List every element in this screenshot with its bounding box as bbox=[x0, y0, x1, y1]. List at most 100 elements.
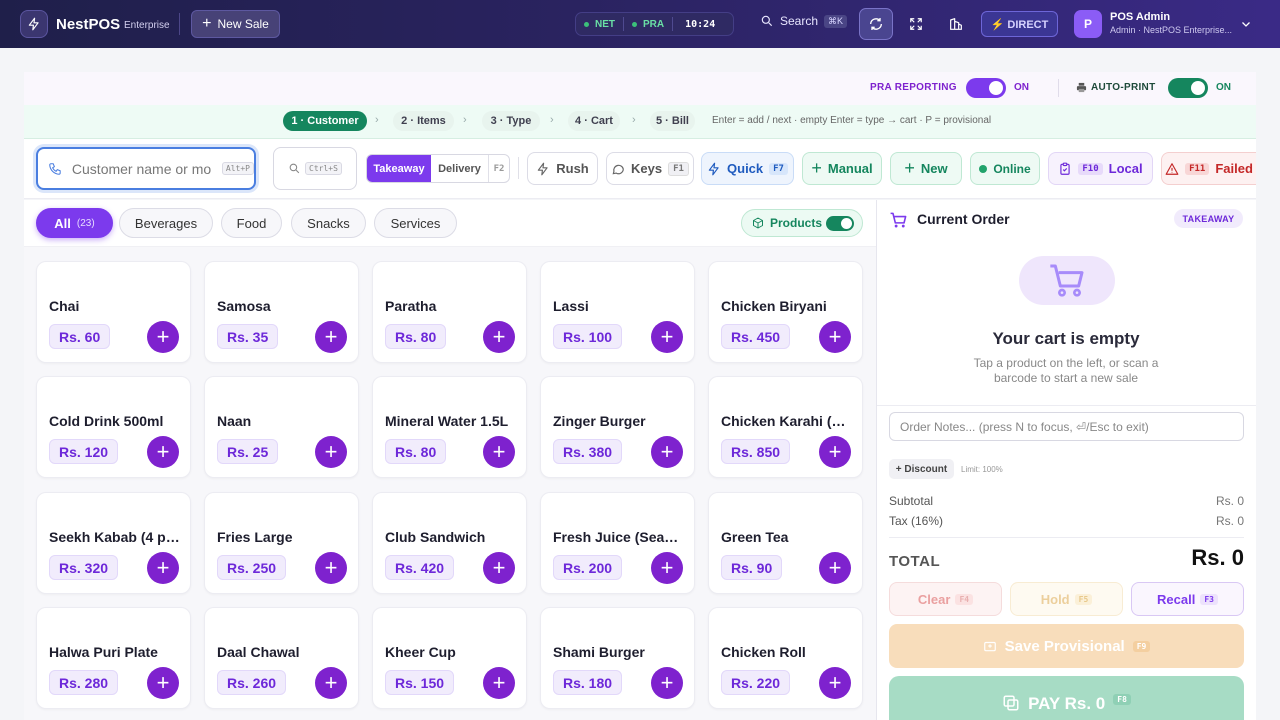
new-sale-button[interactable]: + New Sale bbox=[191, 10, 280, 38]
add-to-cart-button[interactable]: + bbox=[315, 552, 347, 584]
product-card[interactable]: Lassi Rs. 100 + bbox=[540, 261, 695, 363]
product-card[interactable]: Chicken Karahi (Half) Rs. 850 + bbox=[708, 376, 863, 478]
step-bill[interactable]: 5 · Bill bbox=[650, 111, 695, 131]
order-notes-input[interactable]: Order Notes... (press N to focus, ⏎/Esc … bbox=[889, 412, 1244, 441]
add-to-cart-button[interactable]: + bbox=[819, 552, 851, 584]
product-card[interactable]: Fries Large Rs. 250 + bbox=[204, 492, 359, 594]
recall-button[interactable]: Recall F3 bbox=[1131, 582, 1244, 616]
rush-button[interactable]: Rush bbox=[527, 152, 598, 185]
product-card[interactable]: Halwa Puri Plate Rs. 280 + bbox=[36, 607, 191, 709]
search-shortcut: Ctrl+S bbox=[305, 162, 342, 175]
plus-icon: + bbox=[324, 670, 338, 695]
customer-field[interactable]: Alt+P bbox=[36, 147, 256, 190]
category-services[interactable]: Services bbox=[374, 208, 457, 238]
step-items[interactable]: 2 · Items bbox=[393, 111, 454, 131]
discount-button[interactable]: + Discount bbox=[889, 459, 954, 479]
total-label: TOTAL bbox=[889, 553, 941, 570]
refresh-icon bbox=[870, 18, 882, 30]
add-to-cart-button[interactable]: + bbox=[651, 552, 683, 584]
product-card[interactable]: Chicken Biryani Rs. 450 + bbox=[708, 261, 863, 363]
product-card[interactable]: Green Tea Rs. 90 + bbox=[708, 492, 863, 594]
product-card[interactable]: Cold Drink 500ml Rs. 120 + bbox=[36, 376, 191, 478]
add-to-cart-button[interactable]: + bbox=[483, 667, 515, 699]
add-to-cart-button[interactable]: + bbox=[819, 667, 851, 699]
clear-button[interactable]: Clear F4 bbox=[889, 582, 1002, 616]
chevron-right-icon: › bbox=[632, 114, 636, 126]
tax-row: Tax (16%) Rs. 0 bbox=[889, 514, 1244, 528]
avatar[interactable]: P bbox=[1074, 10, 1102, 38]
net-status: NET bbox=[576, 19, 623, 30]
global-search-button[interactable]: Search ⌘K bbox=[760, 14, 848, 28]
add-to-cart-button[interactable]: + bbox=[147, 552, 179, 584]
product-price: Rs. 450 bbox=[721, 324, 791, 349]
products-switch[interactable] bbox=[826, 216, 854, 231]
add-to-cart-button[interactable]: + bbox=[651, 436, 683, 468]
step-cart[interactable]: 4 · Cart bbox=[568, 111, 620, 131]
auto-print-state: ON bbox=[1216, 82, 1231, 93]
add-to-cart-button[interactable]: + bbox=[651, 667, 683, 699]
product-card[interactable]: Shami Burger Rs. 180 + bbox=[540, 607, 695, 709]
category-food[interactable]: Food bbox=[221, 208, 282, 238]
step-customer[interactable]: 1 · Customer bbox=[283, 111, 367, 131]
direct-mode-button[interactable]: ⚡ DIRECT bbox=[981, 11, 1058, 37]
add-to-cart-button[interactable]: + bbox=[147, 321, 179, 353]
hold-button[interactable]: Hold F5 bbox=[1010, 582, 1123, 616]
add-to-cart-button[interactable]: + bbox=[819, 436, 851, 468]
plus-icon: + bbox=[156, 439, 170, 464]
product-search-button[interactable]: Ctrl+S bbox=[273, 147, 357, 190]
theme-button[interactable] bbox=[939, 8, 973, 40]
add-to-cart-button[interactable]: + bbox=[819, 321, 851, 353]
product-card[interactable]: Fresh Juice (Seasonal) Rs. 200 + bbox=[540, 492, 695, 594]
product-card[interactable]: Chicken Roll Rs. 220 + bbox=[708, 607, 863, 709]
product-card[interactable]: Mineral Water 1.5L Rs. 80 + bbox=[372, 376, 527, 478]
add-to-cart-button[interactable]: + bbox=[651, 321, 683, 353]
product-price: Rs. 120 bbox=[49, 439, 119, 464]
local-queue-button[interactable]: F10 Local bbox=[1048, 152, 1153, 185]
add-to-cart-button[interactable]: + bbox=[315, 436, 347, 468]
search-label: Search bbox=[780, 14, 819, 28]
manual-item-button[interactable]: + Manual bbox=[802, 152, 882, 185]
refresh-button[interactable] bbox=[859, 8, 893, 40]
order-type-takeaway[interactable]: Takeaway bbox=[367, 155, 431, 182]
add-to-cart-button[interactable]: + bbox=[483, 552, 515, 584]
product-card[interactable]: Paratha Rs. 80 + bbox=[372, 261, 527, 363]
add-to-cart-button[interactable]: + bbox=[483, 321, 515, 353]
user-name[interactable]: POS Admin bbox=[1110, 11, 1170, 23]
plus-icon: + bbox=[828, 670, 842, 695]
add-to-cart-button[interactable]: + bbox=[147, 436, 179, 468]
category-beverages[interactable]: Beverages bbox=[119, 208, 213, 238]
category-all[interactable]: All (23) bbox=[36, 208, 113, 238]
pra-reporting-toggle[interactable] bbox=[966, 78, 1006, 98]
product-card[interactable]: Samosa Rs. 35 + bbox=[204, 261, 359, 363]
product-card[interactable]: Daal Chawal Rs. 260 + bbox=[204, 607, 359, 709]
online-status-button[interactable]: Online bbox=[970, 152, 1040, 185]
product-card[interactable]: Zinger Burger Rs. 380 + bbox=[540, 376, 695, 478]
save-provisional-button[interactable]: Save Provisional F9 bbox=[889, 624, 1244, 668]
product-card[interactable]: Club Sandwich Rs. 420 + bbox=[372, 492, 527, 594]
order-type-delivery[interactable]: Delivery bbox=[431, 155, 488, 182]
add-to-cart-button[interactable]: + bbox=[147, 667, 179, 699]
customer-input[interactable] bbox=[71, 160, 212, 177]
chevron-right-icon: › bbox=[550, 114, 554, 126]
add-to-cart-button[interactable]: + bbox=[483, 436, 515, 468]
step-type[interactable]: 3 · Type bbox=[482, 111, 540, 131]
category-snacks[interactable]: Snacks bbox=[291, 208, 366, 238]
chevron-down-icon[interactable] bbox=[1240, 18, 1252, 30]
products-toggle[interactable]: Products bbox=[741, 209, 863, 237]
new-product-button[interactable]: + New bbox=[890, 152, 962, 185]
product-card[interactable]: Kheer Cup Rs. 150 + bbox=[372, 607, 527, 709]
product-price: Rs. 420 bbox=[385, 555, 455, 580]
product-name: Chai bbox=[49, 298, 80, 314]
auto-print-toggle[interactable] bbox=[1168, 78, 1208, 98]
product-price: Rs. 320 bbox=[49, 555, 119, 580]
pay-button[interactable]: PAY Rs. 0 F8 bbox=[889, 676, 1244, 720]
quick-button[interactable]: Quick F7 bbox=[701, 152, 794, 185]
fullscreen-button[interactable] bbox=[899, 8, 933, 40]
failed-queue-button[interactable]: F11 Failed bbox=[1161, 152, 1256, 185]
add-to-cart-button[interactable]: + bbox=[315, 321, 347, 353]
add-to-cart-button[interactable]: + bbox=[315, 667, 347, 699]
product-card[interactable]: Naan Rs. 25 + bbox=[204, 376, 359, 478]
product-card[interactable]: Chai Rs. 60 + bbox=[36, 261, 191, 363]
product-card[interactable]: Seekh Kabab (4 pcs) Rs. 320 + bbox=[36, 492, 191, 594]
keys-button[interactable]: Keys F1 bbox=[606, 152, 694, 185]
